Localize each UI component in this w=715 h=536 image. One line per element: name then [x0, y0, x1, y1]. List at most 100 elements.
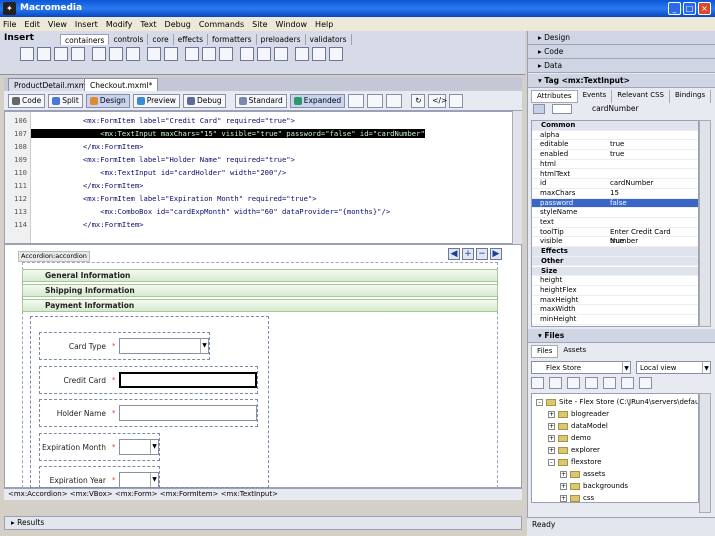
tab-formatters[interactable]: formatters — [208, 34, 257, 45]
menu-view[interactable]: View — [48, 20, 67, 29]
minimize-icon[interactable]: _ — [668, 2, 681, 15]
refresh-icon[interactable] — [549, 377, 562, 389]
tab-core[interactable]: core — [148, 34, 174, 45]
standard-mode-button[interactable]: Standard — [234, 93, 287, 108]
menu-window[interactable]: Window — [276, 20, 308, 29]
canvas-icon[interactable] — [20, 47, 34, 61]
property-category[interactable]: Effects — [532, 247, 698, 257]
tab-relevant-css[interactable]: Relevant CSS — [612, 90, 670, 103]
plus-icon[interactable]: + — [462, 248, 474, 260]
menu-edit[interactable]: Edit — [24, 20, 40, 29]
view-select[interactable]: Local view ▼ — [636, 361, 711, 374]
menu-debug[interactable]: Debug — [165, 20, 191, 29]
file-management-icon[interactable] — [367, 93, 384, 108]
property-row[interactable]: html — [532, 160, 698, 170]
file-tree-item[interactable]: + explorer — [548, 444, 600, 456]
tab-productdetail[interactable]: ProductDetail.mxml — [8, 78, 95, 91]
expander-icon[interactable]: + — [560, 482, 567, 490]
expander-icon[interactable]: + — [548, 422, 555, 430]
property-row[interactable]: editable true — [532, 140, 698, 151]
property-value[interactable]: true — [610, 150, 624, 160]
code-panel-header[interactable]: ▸ Code — [528, 45, 715, 59]
arrow-right-icon[interactable]: ▶ — [490, 248, 502, 260]
view-options-icon[interactable] — [449, 93, 464, 108]
expander-icon[interactable]: + — [548, 434, 555, 442]
card-type-combobox[interactable]: ▼ — [119, 338, 209, 354]
split-view-button[interactable]: Split — [48, 93, 83, 108]
design-view-button[interactable]: Design — [85, 93, 130, 108]
tab-files[interactable]: Files — [531, 345, 559, 358]
minus-icon[interactable]: − — [476, 248, 488, 260]
tab-containers[interactable]: containers — [60, 34, 110, 45]
vrule-icon[interactable] — [312, 47, 326, 61]
menu-file[interactable]: File — [3, 20, 16, 29]
form-icon[interactable] — [185, 47, 199, 61]
browser-preview-icon[interactable] — [386, 93, 403, 108]
put-files-icon[interactable] — [585, 377, 598, 389]
property-category[interactable]: Other — [532, 256, 698, 267]
property-row[interactable]: maxWidth — [532, 305, 698, 315]
tab-effects[interactable]: effects — [174, 34, 208, 45]
credit-card-input[interactable] — [119, 372, 257, 388]
panel-icon[interactable] — [92, 47, 106, 61]
code-navigation-icon[interactable]: </> — [428, 93, 447, 108]
property-category[interactable]: Common — [532, 121, 698, 131]
property-value[interactable]: cardNumber — [610, 179, 653, 189]
tab-attributes[interactable]: Attributes — [531, 90, 578, 103]
property-value[interactable]: false — [610, 199, 627, 209]
file-tree-item[interactable]: + backgrounds — [560, 480, 628, 492]
expander-icon[interactable]: + — [548, 446, 555, 454]
controlbar-icon[interactable] — [126, 47, 140, 61]
data-panel-header[interactable]: ▸ Data — [528, 59, 715, 73]
viewstack-icon[interactable] — [274, 47, 288, 61]
expander-icon[interactable]: - — [536, 398, 543, 406]
property-row[interactable]: password false — [532, 198, 698, 209]
file-tree-item[interactable]: + demo — [548, 432, 591, 444]
property-row[interactable]: maxChars 15 — [532, 189, 698, 199]
property-row[interactable]: alpha — [532, 131, 698, 141]
accordion-header-general[interactable]: General Information — [22, 269, 498, 282]
property-value[interactable]: 15 — [610, 189, 619, 199]
site-select[interactable]: Flex Store ▼ — [531, 361, 631, 374]
tab-validators[interactable]: validators — [306, 34, 352, 45]
accordion-header-payment[interactable]: Payment Information — [22, 299, 498, 312]
accordion-header-shipping[interactable]: Shipping Information — [22, 284, 498, 297]
expanded-mode-button[interactable]: Expanded — [289, 93, 346, 108]
menu-site[interactable]: Site — [252, 20, 267, 29]
file-tree-item[interactable]: + css — [560, 492, 594, 502]
tab-checkout[interactable]: Checkout.mxml* — [84, 78, 159, 91]
property-scrollbar[interactable] — [699, 120, 711, 327]
maximize-icon[interactable]: □ — [683, 2, 696, 15]
tab-assets[interactable]: Assets — [558, 345, 591, 358]
holder-name-input[interactable] — [119, 405, 257, 421]
spacer-icon[interactable] — [329, 47, 343, 61]
accordion-icon[interactable] — [240, 47, 254, 61]
results-panel-header[interactable]: ▸ Results — [4, 516, 522, 530]
check-out-icon[interactable] — [603, 377, 616, 389]
property-row[interactable]: enabled true — [532, 150, 698, 160]
property-category[interactable]: Size — [532, 266, 698, 277]
files-panel-header[interactable]: ▾ Files — [528, 329, 715, 343]
connect-icon[interactable] — [531, 377, 544, 389]
file-tree-item[interactable]: + assets — [560, 468, 605, 480]
menu-insert[interactable]: Insert — [75, 20, 98, 29]
property-row[interactable]: htmlText — [532, 170, 698, 180]
tab-controls[interactable]: controls — [109, 34, 149, 45]
tag-selector-breadcrumb[interactable]: <mx:Accordion> <mx:VBox> <mx:Form> <mx:F… — [4, 488, 522, 500]
formheading-icon[interactable] — [202, 47, 216, 61]
design-panel-header[interactable]: ▸ Design — [528, 31, 715, 45]
file-tree-item[interactable]: + blogreader — [548, 408, 609, 420]
hrule-icon[interactable] — [295, 47, 309, 61]
code-scrollbar[interactable] — [512, 111, 522, 244]
property-row[interactable]: text — [532, 218, 698, 228]
expiration-month-combobox[interactable]: ▼ — [119, 439, 159, 455]
menu-modify[interactable]: Modify — [106, 20, 133, 29]
menu-text[interactable]: Text — [140, 20, 156, 29]
formitem-icon[interactable] — [219, 47, 233, 61]
property-row[interactable]: id cardNumber — [532, 179, 698, 189]
files-scrollbar[interactable] — [699, 393, 711, 513]
hbox-icon[interactable] — [54, 47, 68, 61]
file-tree-item[interactable]: + dataModel — [548, 420, 608, 432]
file-tree-item[interactable]: - Site - Flex Store (C:\JRun4\servers\def… — [536, 396, 698, 408]
code-view-button[interactable]: Code — [8, 93, 46, 108]
